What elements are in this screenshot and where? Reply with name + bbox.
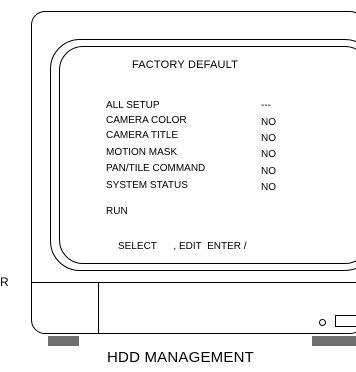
monitor-foot-right (312, 336, 356, 346)
osd-footer-hint: SELECT , EDIT ENTER / (118, 241, 247, 252)
figure-caption: HDD MANAGEMENT (107, 349, 254, 366)
side-letter: R (0, 275, 9, 289)
monitor-screen (59, 46, 356, 264)
monitor-base-panel (32, 282, 356, 333)
monitor-foot-left (48, 336, 79, 346)
power-led-icon (319, 319, 326, 326)
osd-item-label: SYSTEM STATUS (106, 180, 188, 191)
osd-item-label: CAMERA TITLE (106, 130, 179, 141)
osd-item-value: NO (261, 182, 276, 193)
osd-run-label: RUN (106, 206, 128, 217)
osd-item-label: PAN/TILE COMMAND (106, 163, 206, 174)
osd-item-value: NO (261, 133, 276, 144)
power-button (335, 315, 356, 327)
osd-title: FACTORY DEFAULT (131, 59, 239, 71)
base-divider (98, 282, 99, 333)
osd-item-label: MOTION MASK (106, 147, 178, 158)
osd-item-value: NO (261, 149, 276, 160)
osd-item-value: NO (261, 117, 276, 128)
osd-item-label: CAMERA COLOR (106, 115, 187, 126)
osd-item-label: ALL SETUP (106, 100, 160, 111)
osd-item-value: --- (261, 100, 271, 111)
osd-item-value: NO (261, 166, 276, 177)
